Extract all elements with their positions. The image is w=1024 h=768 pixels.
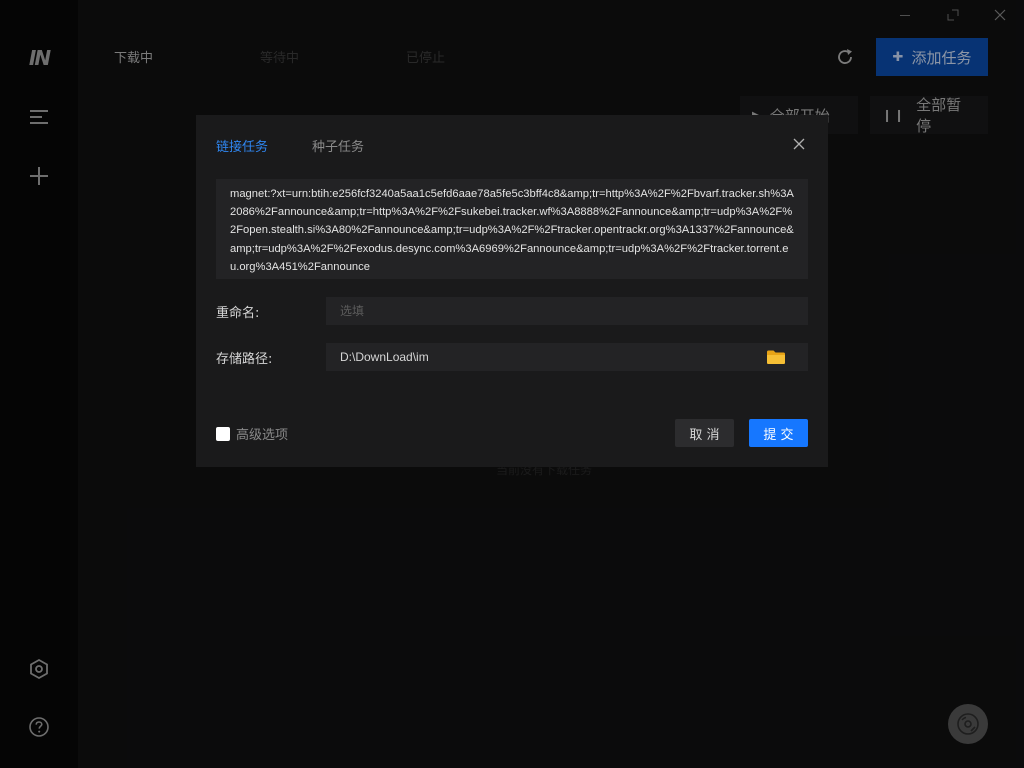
save-path-input[interactable] <box>326 343 808 371</box>
dialog-close-icon[interactable] <box>792 136 806 150</box>
folder-icon[interactable] <box>766 349 786 365</box>
add-task-dialog: 链接任务 种子任务 magnet:?xt=urn:btih:e256fcf324… <box>196 115 828 467</box>
advanced-options[interactable]: 高级选项 <box>216 424 288 443</box>
app-window: IN 下载中 等待中 已停止 ✚ 添加任务 ❙❙ 全部暂停 当前没有下载任务 链… <box>0 0 1024 768</box>
submit-button[interactable]: 提 交 <box>749 419 808 447</box>
tab-link-task[interactable]: 链接任务 <box>216 136 268 155</box>
rename-label: 重命名: <box>216 306 260 321</box>
magnet-link-textarea[interactable]: magnet:?xt=urn:btih:e256fcf3240a5aa1c5ef… <box>216 179 808 279</box>
cancel-button[interactable]: 取 消 <box>675 419 734 447</box>
advanced-checkbox[interactable] <box>216 426 230 441</box>
save-path-label: 存储路径: <box>216 352 273 367</box>
magnet-link-text: magnet:?xt=urn:btih:e256fcf3240a5aa1c5ef… <box>230 188 794 273</box>
tab-torrent-task[interactable]: 种子任务 <box>312 136 364 155</box>
rename-input[interactable] <box>326 297 808 325</box>
advanced-label: 高级选项 <box>236 428 289 443</box>
